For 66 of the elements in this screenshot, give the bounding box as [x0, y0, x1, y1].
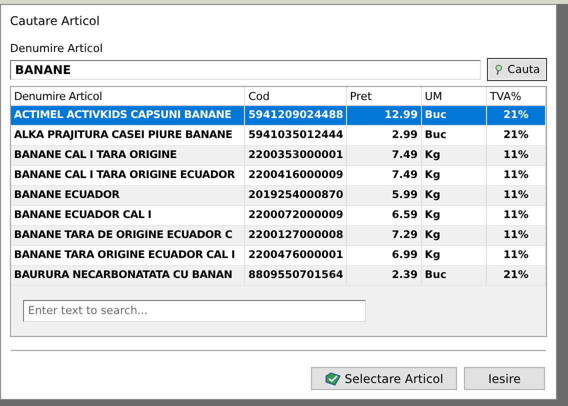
- table-row[interactable]: BANANE CAL I TARA ORIGINE ECUADOR 2200416000009 7.49 Kg 11%: [11, 166, 546, 186]
- table-cell: Buc: [422, 126, 487, 145]
- column-header[interactable]: Denumire Articol: [11, 87, 246, 105]
- table-cell: 21%: [486, 106, 546, 125]
- table-row[interactable]: ALKA PRAJITURA CASEI PIURE BANANE 5941035012444 2.99 Buc 21%: [11, 126, 546, 146]
- table-cell: 21%: [486, 126, 546, 145]
- table-cell: 11%: [486, 146, 546, 165]
- table-cell: 2.39: [346, 266, 422, 285]
- table-cell: 7.29: [346, 226, 422, 245]
- table-cell: 5.99: [346, 186, 422, 205]
- table-cell: Kg: [422, 246, 487, 265]
- table-cell: 2200353000001: [245, 146, 347, 165]
- table-cell: 6.59: [346, 206, 422, 225]
- table-cell: 5941035012444: [245, 126, 347, 145]
- table-cell: 2200127000008: [245, 226, 347, 245]
- filter-field[interactable]: Enter text to search...: [23, 300, 366, 322]
- column-header[interactable]: UM: [422, 87, 487, 105]
- table-cell: Kg: [422, 206, 487, 225]
- table-cell: BANANE TARA DE ORIGINE ECUADOR C: [11, 226, 246, 245]
- table-cell: Buc: [422, 266, 487, 285]
- table-cell: Kg: [422, 166, 487, 185]
- table-cell: BANANE CAL I TARA ORIGINE ECUADOR: [11, 166, 246, 185]
- table-cell: 8809550701564: [245, 266, 347, 285]
- table-cell: 7.49: [346, 166, 422, 185]
- table-cell: BANANE ECUADOR CAL I: [11, 206, 246, 225]
- column-header[interactable]: Cod: [245, 87, 347, 105]
- table-cell: 11%: [486, 226, 546, 245]
- table-row[interactable]: BANANE ECUADOR CAL I 2200072000009 6.59 Kg 11%: [11, 206, 546, 226]
- table-cell: 7.49: [346, 146, 422, 165]
- table-cell: Kg: [422, 226, 487, 245]
- table-cell: 12.99: [346, 106, 422, 125]
- table-cell: 11%: [486, 206, 546, 225]
- table-cell: 11%: [486, 166, 546, 185]
- field-label: Denumire Articol: [10, 42, 104, 57]
- table-cell: BANANE CAL I TARA ORIGINE: [11, 146, 246, 165]
- table-row[interactable]: BANANE TARA ORIGINE ECUADOR CAL I 2200476000001 6.99 Kg 11%: [11, 246, 546, 266]
- search-field[interactable]: BANANE: [10, 60, 481, 80]
- table-cell: BANANE ECUADOR: [11, 186, 246, 205]
- table-cell: Kg: [422, 186, 487, 205]
- table-cell: 2.99: [346, 126, 422, 145]
- table-cell: BANANE TARA ORIGINE ECUADOR CAL I: [11, 246, 246, 265]
- table-cell: 2019254000870: [245, 186, 347, 205]
- table-cell: 5941209024488: [245, 106, 347, 125]
- window-title: Cautare Articol: [9, 13, 101, 30]
- table-cell: 11%: [486, 186, 546, 205]
- table-cell: 21%: [486, 266, 546, 285]
- table-cell: ACTIMEL ACTIVKIDS CAPSUNI BANANE: [11, 106, 246, 125]
- table-cell: Buc: [422, 106, 487, 125]
- table-row[interactable]: BANANE ECUADOR 2019254000870 5.99 Kg 11%: [11, 186, 546, 206]
- table-cell: 6.99: [346, 246, 422, 265]
- column-header[interactable]: TVA%: [486, 87, 546, 105]
- table-row[interactable]: ACTIMEL ACTIVKIDS CAPSUNI BANANE 5941209024488 12.99 Buc 21%: [11, 106, 546, 126]
- table-row[interactable]: BAURURA NECARBONATATA CU BANAN 8809550701564 2.39 Buc 21%: [11, 266, 546, 286]
- column-header[interactable]: Pret: [346, 87, 422, 105]
- table-cell: Kg: [422, 146, 487, 165]
- table-cell: BAURURA NECARBONATATA CU BANAN: [11, 266, 246, 285]
- table-cell: 11%: [486, 246, 546, 265]
- table-cell: 2200072000009: [245, 206, 347, 225]
- table-row[interactable]: BANANE CAL I TARA ORIGINE 2200353000001 7.49 Kg 11%: [11, 146, 546, 166]
- search-button[interactable]: Cauta: [487, 58, 547, 81]
- table-cell: 2200416000009: [245, 166, 347, 185]
- select-button[interactable]: Selectare Articol: [311, 367, 457, 390]
- table-cell: ALKA PRAJITURA CASEI PIURE BANANE: [11, 126, 246, 145]
- table-cell: 2200476000001: [245, 246, 347, 265]
- table-row[interactable]: BANANE TARA DE ORIGINE ECUADOR C 2200127000008 7.29 Kg 11%: [11, 226, 546, 246]
- exit-button[interactable]: Iesire: [464, 367, 545, 390]
